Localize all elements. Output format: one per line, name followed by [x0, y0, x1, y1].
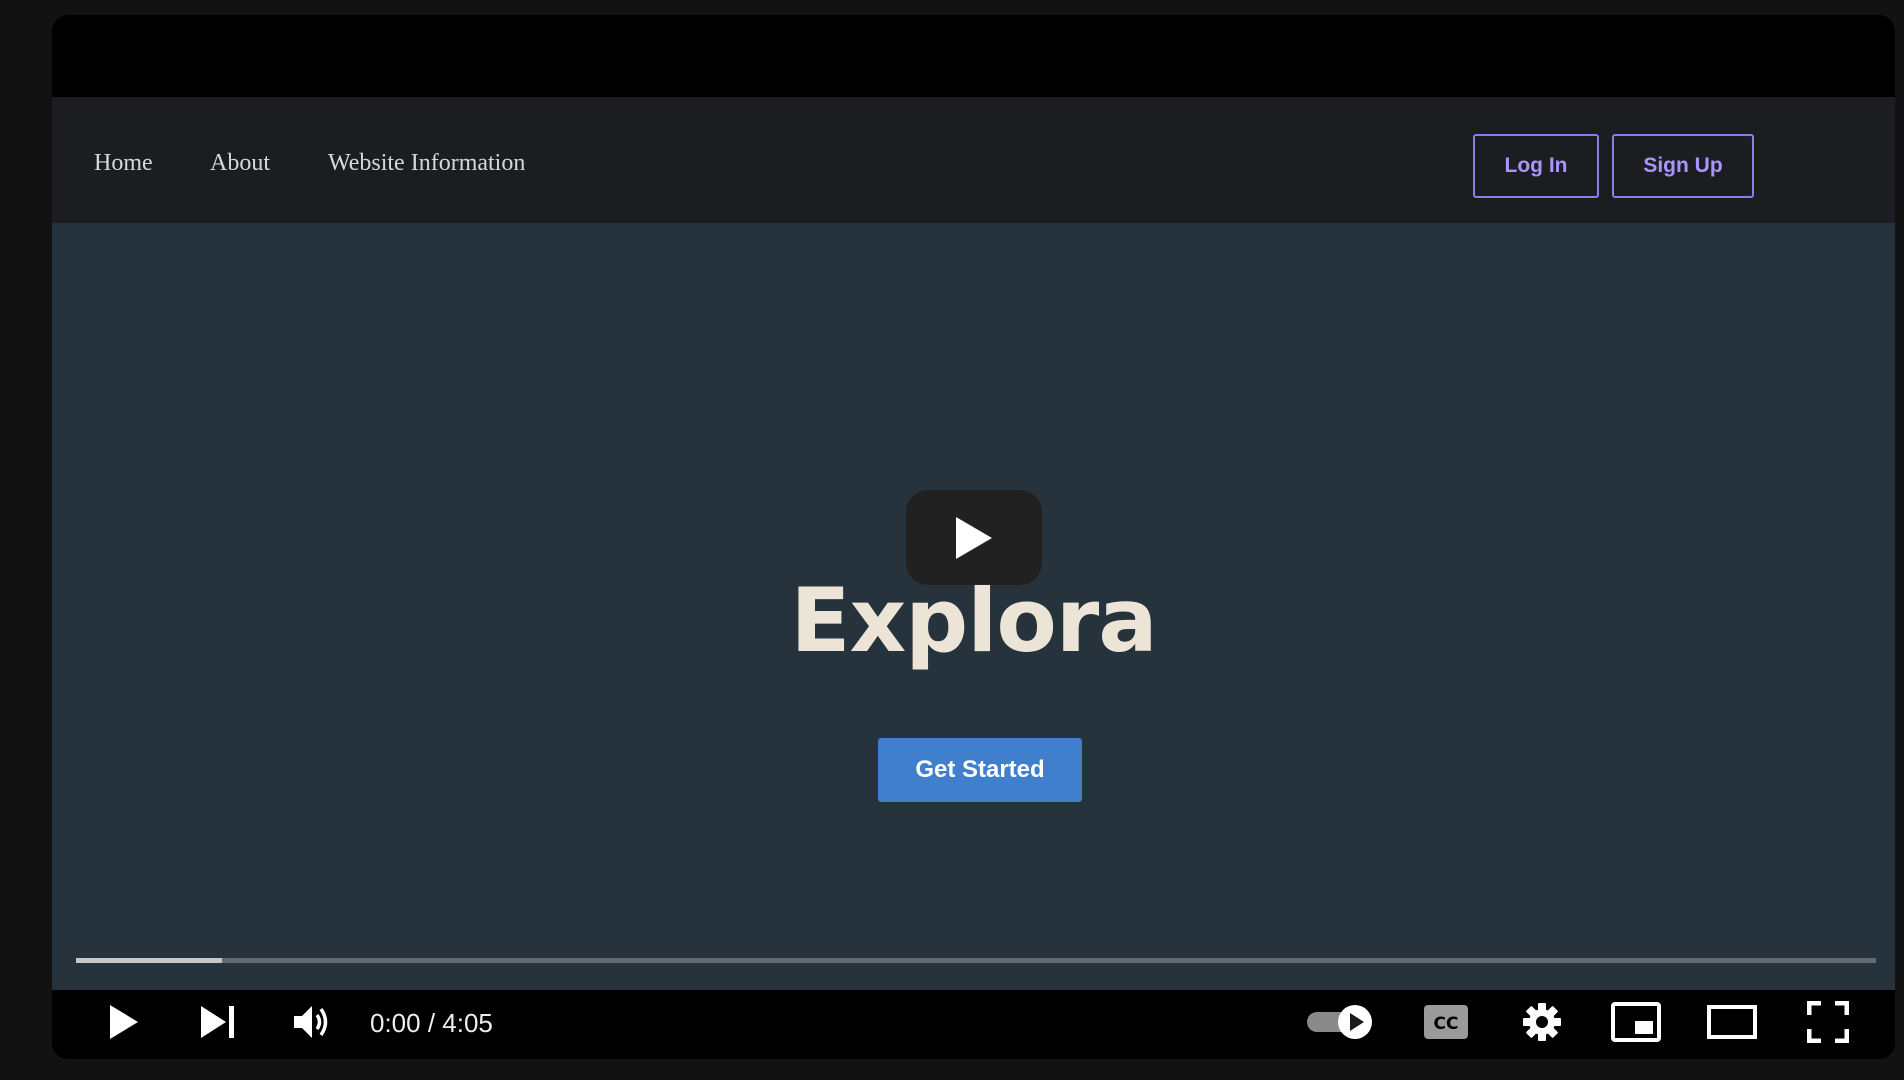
nav-link-home: Home	[94, 150, 153, 176]
theater-mode-button[interactable]	[1702, 998, 1762, 1046]
play-button[interactable]	[96, 998, 152, 1046]
miniplayer-icon	[1611, 1002, 1661, 1042]
mute-button[interactable]	[282, 998, 342, 1046]
video-player[interactable]: Home About Website Information Log In Si…	[52, 15, 1895, 1059]
nav-link-about: About	[210, 150, 270, 176]
fullscreen-button[interactable]	[1798, 998, 1858, 1046]
login-button: Log In	[1473, 134, 1599, 198]
theater-mode-icon	[1707, 1005, 1757, 1039]
next-video-button[interactable]	[190, 998, 246, 1046]
site-navbar: Home About Website Information Log In Si…	[52, 97, 1895, 223]
nav-link-website-information: Website Information	[328, 150, 526, 176]
play-icon	[109, 1004, 139, 1040]
autoplay-toggle[interactable]	[1302, 998, 1378, 1046]
get-started-button: Get Started	[878, 738, 1082, 802]
progress-bar-played	[76, 958, 222, 963]
svg-text:CC: CC	[1434, 1014, 1459, 1034]
settings-button[interactable]	[1512, 998, 1572, 1046]
gear-icon	[1522, 1002, 1562, 1042]
play-icon	[954, 515, 994, 561]
autoplay-toggle-icon	[1305, 1004, 1375, 1040]
large-play-button[interactable]	[906, 490, 1042, 585]
volume-icon	[292, 1004, 332, 1040]
page: Home About Website Information Log In Si…	[0, 0, 1904, 1080]
time-display: 0:00 / 4:05	[370, 1008, 493, 1038]
fullscreen-icon	[1807, 1001, 1849, 1043]
closed-captions-icon: CC	[1423, 1004, 1469, 1040]
signup-button: Sign Up	[1612, 134, 1754, 198]
skip-next-icon	[200, 1005, 236, 1039]
player-control-bar: 0:00 / 4:05 CC	[52, 990, 1895, 1059]
subtitles-button[interactable]: CC	[1416, 998, 1476, 1046]
hero-title: Explora	[790, 569, 1157, 672]
video-frame[interactable]: Home About Website Information Log In Si…	[52, 97, 1895, 990]
progress-bar[interactable]	[76, 958, 1876, 963]
miniplayer-button[interactable]	[1606, 998, 1666, 1046]
